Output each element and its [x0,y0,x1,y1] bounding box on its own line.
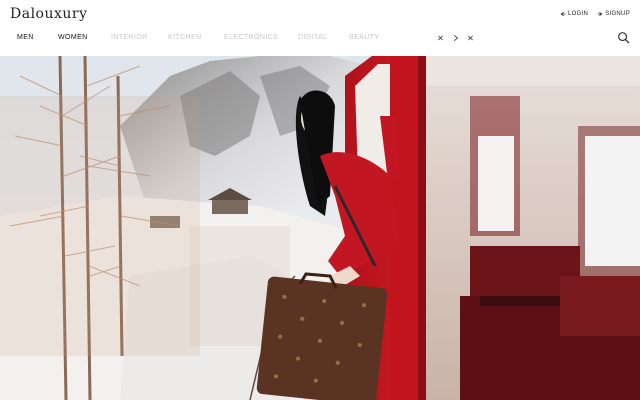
login-icon [560,11,566,17]
close-icon[interactable] [436,33,444,42]
hero-scene [0,56,640,400]
signup-link[interactable]: SIGNUP [597,11,630,17]
login-link[interactable]: LOGIN [560,11,588,17]
hero-image[interactable] [0,56,640,400]
signup-icon [597,11,603,17]
brand-logo[interactable]: Dalouxury [10,6,88,22]
nav-item-women[interactable]: WOMEN [58,34,111,41]
auth-links: LOGIN SIGNUP [560,11,630,17]
carousel-controls [436,33,474,42]
nav-item-men[interactable]: MEN [17,34,58,41]
chevron-right-icon[interactable] [451,33,459,42]
site-header: Dalouxury LOGIN SIGNUP MEN WOMEN INTERIO… [0,0,640,56]
close-icon[interactable] [466,33,474,42]
login-label: LOGIN [568,11,589,17]
nav-item-interior[interactable]: INTERIOR [111,34,168,41]
nav-item-digital[interactable]: DIGITAL [298,34,349,41]
nav-item-beauty[interactable]: BEAUTY [349,34,389,41]
nav-item-electronics[interactable]: ELECTRONICS [224,34,298,41]
signup-label: SIGNUP [605,11,630,17]
nav-item-kitchen[interactable]: KITCHEN [168,34,224,41]
search-icon[interactable] [617,31,630,44]
category-nav: MEN WOMEN INTERIOR KITCHEN ELECTRONICS D… [17,34,389,41]
